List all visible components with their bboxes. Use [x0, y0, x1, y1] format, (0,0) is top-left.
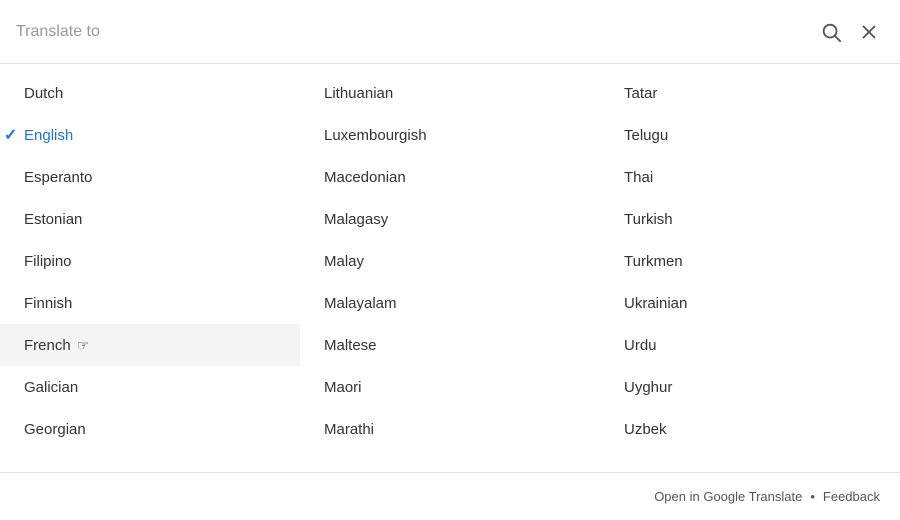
- language-label: Turkmen: [624, 253, 683, 270]
- language-item-french[interactable]: French ☞: [0, 324, 300, 366]
- language-label: Filipino: [24, 253, 72, 270]
- language-label: Estonian: [24, 211, 82, 228]
- language-label: Galician: [24, 379, 78, 396]
- language-label: Thai: [624, 169, 653, 186]
- search-input[interactable]: [16, 23, 808, 41]
- search-button[interactable]: [816, 17, 846, 47]
- language-item-marathi[interactable]: Marathi: [300, 408, 600, 450]
- language-label: Uyghur: [624, 379, 672, 396]
- language-item-esperanto[interactable]: Esperanto: [0, 156, 300, 198]
- language-item-dutch[interactable]: Dutch: [0, 72, 300, 114]
- search-bar: [0, 0, 900, 64]
- language-item-filipino[interactable]: Filipino: [0, 240, 300, 282]
- language-column-3: Tatar Telugu Thai Turkish Turkmen Ukrainian Ur…: [600, 64, 900, 472]
- language-item-ukrainian[interactable]: Ukrainian: [600, 282, 900, 324]
- language-item-telugu[interactable]: Telugu: [600, 114, 900, 156]
- language-label: French: [24, 337, 71, 354]
- language-label: Turkish: [624, 211, 673, 228]
- language-label: Telugu: [624, 127, 668, 144]
- language-item-malay[interactable]: Malay: [300, 240, 600, 282]
- language-item-luxembourgish[interactable]: Luxembourgish: [300, 114, 600, 156]
- language-item-uyghur[interactable]: Uyghur: [600, 366, 900, 408]
- language-item-urdu[interactable]: Urdu: [600, 324, 900, 366]
- feedback-link[interactable]: Feedback: [823, 489, 880, 504]
- language-item-turkmen[interactable]: Turkmen: [600, 240, 900, 282]
- language-label: Georgian: [24, 421, 86, 438]
- language-label: Ukrainian: [624, 295, 687, 312]
- language-item-galician[interactable]: Galician: [0, 366, 300, 408]
- language-item-georgian[interactable]: Georgian: [0, 408, 300, 450]
- language-column-1: Dutch ✓ English Esperanto Estonian Filipino Fi…: [0, 64, 300, 472]
- language-label: Maltese: [324, 337, 377, 354]
- selected-checkmark: ✓: [4, 125, 17, 145]
- footer-separator: •: [810, 489, 815, 504]
- language-label: Finnish: [24, 295, 72, 312]
- language-label: Luxembourgish: [324, 127, 427, 144]
- language-item-turkish[interactable]: Turkish: [600, 198, 900, 240]
- language-label: Maori: [324, 379, 362, 396]
- language-item-macedonian[interactable]: Macedonian: [300, 156, 600, 198]
- language-item-lithuanian[interactable]: Lithuanian: [300, 72, 600, 114]
- language-item-maori[interactable]: Maori: [300, 366, 600, 408]
- language-label: Urdu: [624, 337, 657, 354]
- language-label: Malay: [324, 253, 364, 270]
- language-item-finnish[interactable]: Finnish: [0, 282, 300, 324]
- cursor-icon: ☞: [77, 337, 90, 354]
- language-label: Tatar: [624, 85, 657, 102]
- close-icon: [858, 21, 880, 43]
- language-label: English: [24, 127, 73, 144]
- language-label: Marathi: [324, 421, 374, 438]
- language-label: Uzbek: [624, 421, 667, 438]
- language-label: Esperanto: [24, 169, 92, 186]
- language-item-tatar[interactable]: Tatar: [600, 72, 900, 114]
- language-column-2: Lithuanian Luxembourgish Macedonian Malagas…: [300, 64, 600, 472]
- language-label: Malayalam: [324, 295, 397, 312]
- language-label: Lithuanian: [324, 85, 393, 102]
- columns-container[interactable]: Dutch ✓ English Esperanto Estonian Filipino Fi…: [0, 64, 900, 472]
- open-in-google-translate-link[interactable]: Open in Google Translate: [654, 489, 802, 504]
- language-label: Malagasy: [324, 211, 388, 228]
- language-item-maltese[interactable]: Maltese: [300, 324, 600, 366]
- language-area: Dutch ✓ English Esperanto Estonian Filipino Fi…: [0, 64, 900, 472]
- language-label: Macedonian: [324, 169, 406, 186]
- close-button[interactable]: [854, 17, 884, 47]
- language-item-thai[interactable]: Thai: [600, 156, 900, 198]
- language-item-estonian[interactable]: Estonian: [0, 198, 300, 240]
- language-item-malagasy[interactable]: Malagasy: [300, 198, 600, 240]
- language-label: Dutch: [24, 85, 63, 102]
- language-item-malayalam[interactable]: Malayalam: [300, 282, 600, 324]
- footer: Open in Google Translate • Feedback: [0, 472, 900, 520]
- language-item-english[interactable]: ✓ English: [0, 114, 300, 156]
- language-item-uzbek[interactable]: Uzbek: [600, 408, 900, 450]
- search-icon: [820, 21, 842, 43]
